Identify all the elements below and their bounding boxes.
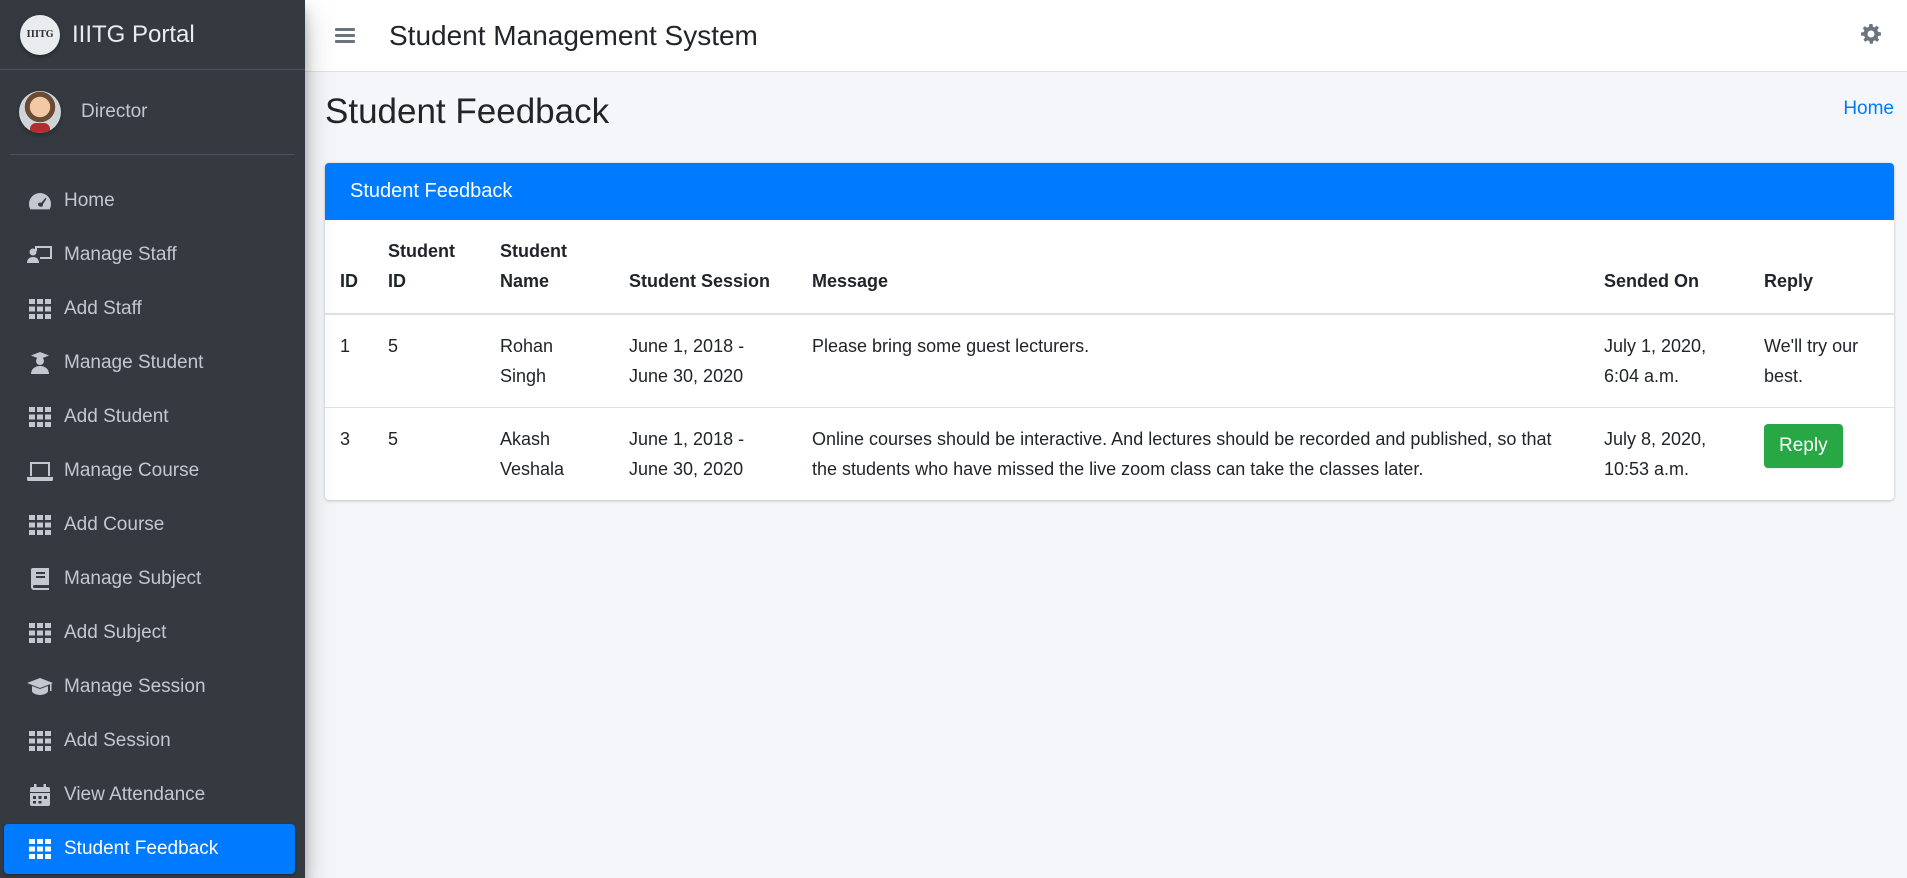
sidebar-item-add-session[interactable]: Add Session: [4, 716, 295, 766]
sidebar: IIITG IIITG Portal Director Home Manage …: [0, 0, 305, 878]
cell-sended-on: July 1, 2020, 6:04 a.m.: [1604, 336, 1707, 386]
book-icon: [26, 568, 54, 590]
cell-session: June 1, 2018 - June 30, 2020: [614, 407, 797, 500]
table-row: 1 5 Rohan Singh June 1, 2018 - June 30, …: [325, 314, 1894, 408]
feedback-table: ID Student ID Student Name Student Sessi…: [325, 220, 1894, 500]
sidebar-item-manage-course[interactable]: Manage Course: [4, 446, 295, 496]
th-grid-icon: [26, 407, 54, 427]
cell-student-id: 5: [388, 336, 399, 356]
cell-student-name: Rohan Singh: [500, 336, 554, 386]
sidebar-item-add-student[interactable]: Add Student: [4, 392, 295, 442]
cell-student-name: Akash Veshala: [485, 407, 614, 500]
cell-sended-on: July 8, 2020, 10:53 a.m.: [1589, 407, 1749, 500]
sidebar-item-label: Add Student: [64, 406, 169, 427]
sidebar-item-label: Add Course: [64, 514, 165, 535]
column-header-reply: Reply: [1749, 220, 1894, 315]
calendar-icon: [26, 784, 54, 806]
sidebar-item-add-subject[interactable]: Add Subject: [4, 608, 295, 658]
user-name[interactable]: Director: [81, 101, 148, 123]
th-grid-icon: [26, 623, 54, 643]
table-header-row: ID Student ID Student Name Student Sessi…: [325, 220, 1894, 315]
sidebar-item-label: Add Session: [64, 730, 171, 751]
avatar: [19, 91, 61, 133]
graduation-cap-icon: [26, 678, 54, 696]
sidebar-item-manage-student[interactable]: Manage Student: [4, 338, 295, 388]
brand-name: IIITG Portal: [72, 20, 195, 48]
cell-student-id: 5: [373, 407, 485, 500]
sidebar-item-home[interactable]: Home: [4, 176, 295, 226]
feedback-card: Student Feedback ID Student ID Student N…: [325, 163, 1894, 500]
cell-reply: We'll try our best.: [1764, 336, 1859, 386]
brand-link[interactable]: IIITG IIITG Portal: [0, 0, 305, 70]
app-title: Student Management System: [389, 19, 758, 51]
user-panel: Director: [10, 70, 295, 155]
sidebar-item-manage-session[interactable]: Manage Session: [4, 662, 295, 712]
th-grid-icon: [26, 515, 54, 535]
tachometer-icon: [26, 191, 54, 211]
sidebar-item-label: Manage Course: [64, 460, 200, 481]
th-grid-icon: [26, 731, 54, 751]
cell-session: June 1, 2018 - June 30, 2020: [629, 336, 745, 386]
sidebar-item-label: View Attendance: [64, 784, 206, 805]
cell-reply: Reply: [1749, 407, 1894, 500]
cell-message: Please bring some guest lecturers.: [812, 336, 1090, 356]
gear-icon[interactable]: [1861, 24, 1881, 49]
sidebar-item-label: Add Staff: [64, 298, 142, 319]
chalkboard-teacher-icon: [26, 245, 54, 265]
reply-button[interactable]: Reply: [1764, 424, 1843, 468]
sidebar-nav: Home Manage Staff Add Staff Manage Stude…: [0, 176, 305, 878]
th-grid-icon: [26, 839, 54, 859]
sidebar-item-view-attendance[interactable]: View Attendance: [4, 770, 295, 820]
column-header-student-name: Student Name: [485, 220, 614, 315]
sidebar-item-add-staff[interactable]: Add Staff: [4, 284, 295, 334]
table-row: 3 5 Akash Veshala June 1, 2018 - June 30…: [325, 407, 1894, 500]
sidebar-item-student-feedback[interactable]: Student Feedback: [4, 824, 295, 874]
column-header-student-session: Student Session: [614, 220, 797, 315]
sidebar-item-manage-subject[interactable]: Manage Subject: [4, 554, 295, 604]
sidebar-item-label: Manage Subject: [64, 568, 202, 589]
sidebar-item-label: Manage Session: [64, 676, 206, 697]
sidebar-item-label: Home: [64, 190, 115, 211]
sidebar-item-label: Manage Staff: [64, 244, 177, 265]
breadcrumb-home-link[interactable]: Home: [1843, 98, 1894, 120]
column-header-student-id: Student ID: [373, 220, 485, 315]
top-navbar: Student Management System: [305, 0, 1907, 72]
cell-id: 3: [325, 407, 373, 500]
column-header-message: Message: [797, 220, 1589, 315]
sidebar-item-label: Manage Student: [64, 352, 204, 373]
column-header-sended-on: Sended On: [1589, 220, 1749, 315]
column-header-id: ID: [325, 220, 373, 315]
laptop-icon: [26, 461, 54, 481]
cell-message: Online courses should be interactive. An…: [797, 407, 1589, 500]
cell-id: 1: [340, 336, 351, 356]
user-graduate-icon: [26, 352, 54, 374]
sidebar-item-manage-staff[interactable]: Manage Staff: [4, 230, 295, 280]
sidebar-item-add-course[interactable]: Add Course: [4, 500, 295, 550]
brand-logo: IIITG: [20, 14, 60, 55]
sidebar-item-label: Add Subject: [64, 622, 167, 643]
hamburger-menu-icon[interactable]: [335, 25, 355, 46]
sidebar-item-label: Student Feedback: [64, 838, 219, 859]
page-title: Student Feedback: [325, 92, 610, 131]
card-title: Student Feedback: [325, 163, 1894, 220]
th-grid-icon: [26, 299, 54, 319]
